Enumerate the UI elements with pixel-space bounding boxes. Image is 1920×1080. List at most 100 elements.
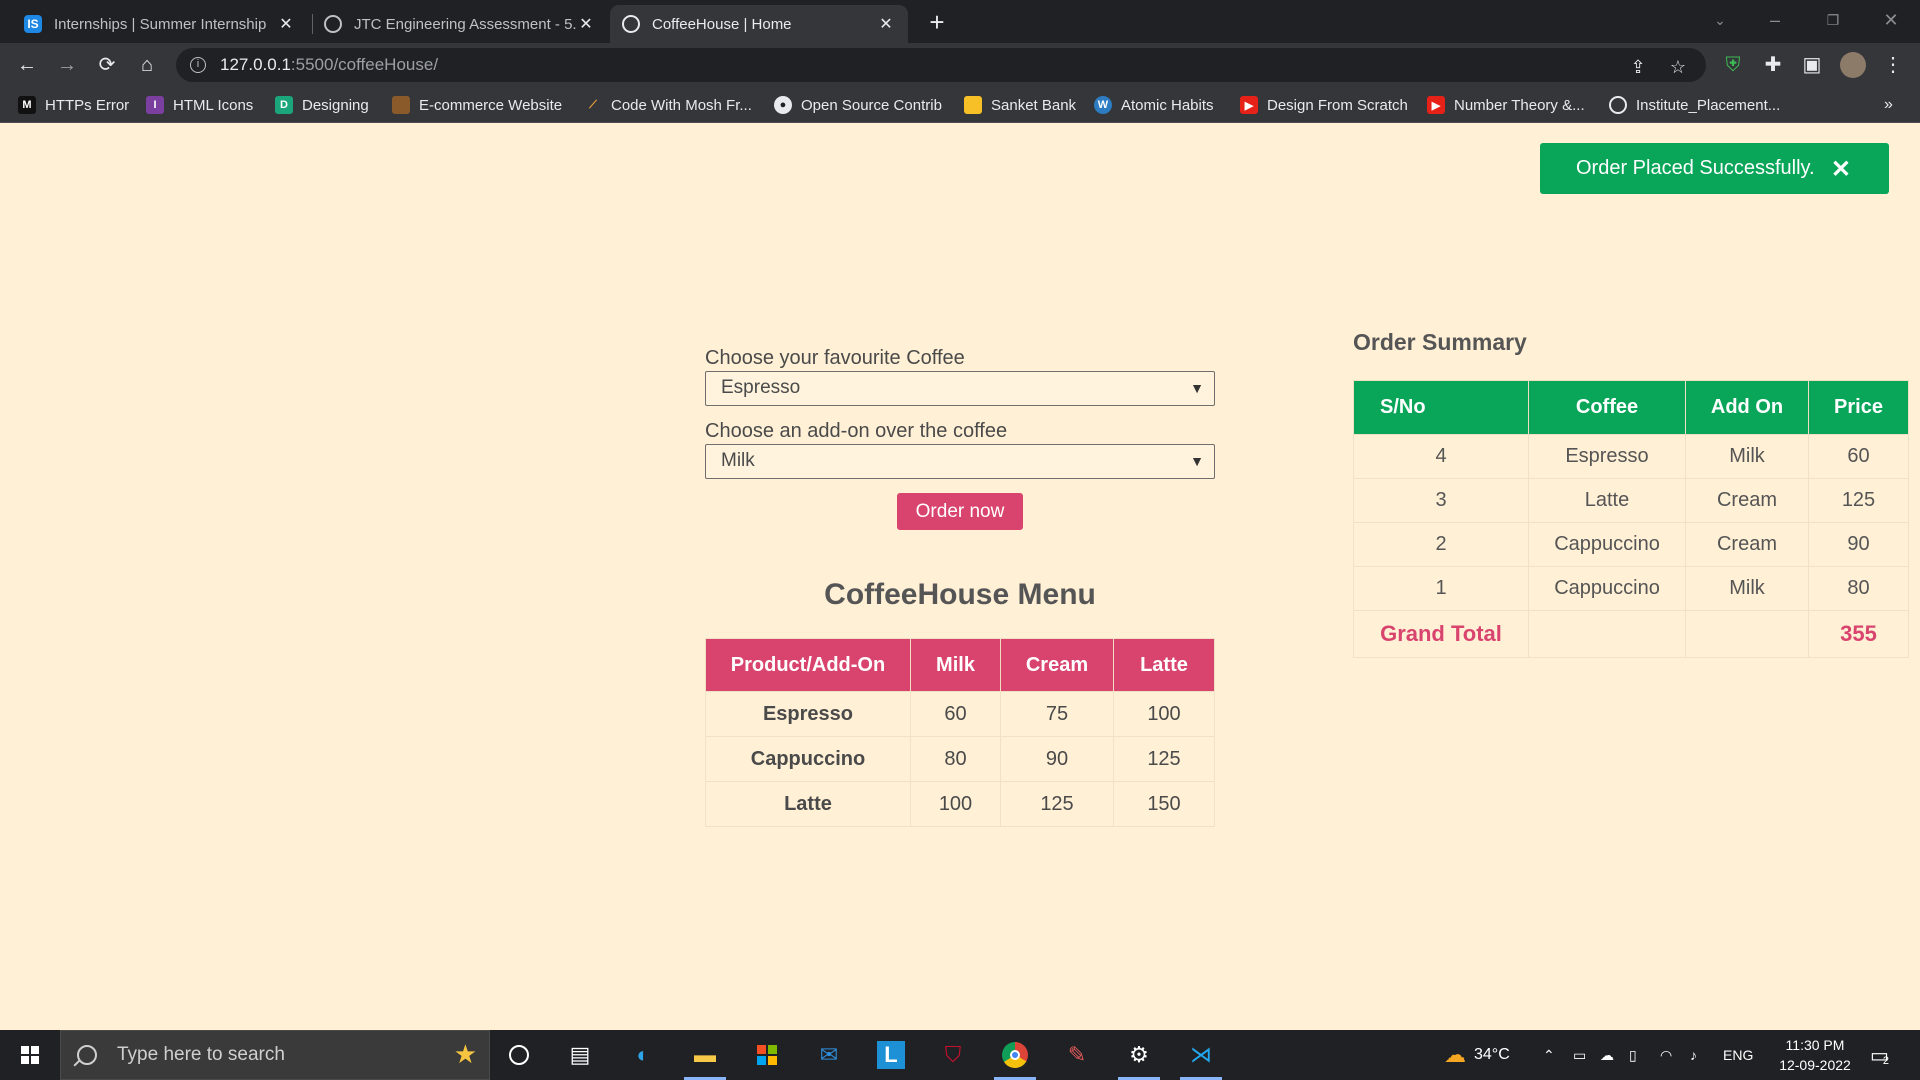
more-menu-icon[interactable]: ⋮ <box>1878 50 1908 80</box>
addon-select[interactable]: Milk ▼ <box>705 444 1215 479</box>
restore-icon[interactable]: ❐ <box>1810 0 1856 40</box>
temperature: 34°C <box>1474 1046 1510 1063</box>
weather-widget[interactable]: ☁ 34°C <box>1444 1030 1510 1080</box>
file-explorer-icon[interactable]: ▬ <box>684 1039 726 1080</box>
forward-arrow-icon[interactable]: → <box>52 50 82 80</box>
internshala-favicon-icon: IS <box>24 15 42 33</box>
menu-product-cell: Cappuccino <box>705 736 911 782</box>
notification-count: 2 <box>1882 1055 1890 1067</box>
bookmark-item[interactable]: ▶ Number Theory &... <box>1427 95 1585 115</box>
summary-sno-cell: 3 <box>1353 478 1529 523</box>
menu-price-cell: 100 <box>1113 691 1215 737</box>
wifi-icon[interactable]: ◠ <box>1660 1030 1672 1080</box>
onedrive-icon[interactable]: ☁ <box>1600 1030 1614 1080</box>
battery-icon[interactable]: ▯ <box>1629 1030 1637 1080</box>
address-bar[interactable]: i 127.0.0.1:5500/coffeeHouse/ ⇪ ☆ <box>176 48 1706 82</box>
close-tab-icon[interactable]: ✕ <box>876 14 896 34</box>
summary-header-cell: Coffee <box>1528 380 1686 435</box>
l-app-icon[interactable]: L <box>874 1039 908 1071</box>
bookmark-item[interactable]: E-commerce Website <box>392 95 562 115</box>
order-now-button[interactable]: Order now <box>897 493 1023 530</box>
table-row: 1 Cappuccino Milk 80 <box>1353 566 1909 611</box>
clock[interactable]: 11:30 PM 12-09-2022 <box>1760 1035 1870 1075</box>
bookmark-item[interactable]: Institute_Placement... <box>1609 95 1780 115</box>
bookmark-item[interactable]: I HTML Icons <box>146 95 253 115</box>
youtube-icon: ▶ <box>1427 96 1445 114</box>
summary-coffee-cell: Espresso <box>1528 434 1686 479</box>
summary-addon-cell: Milk <box>1685 566 1809 611</box>
menu-price-cell: 90 <box>1000 736 1114 782</box>
close-tab-icon[interactable]: ✕ <box>576 14 596 34</box>
close-icon[interactable]: ✕ <box>1831 155 1851 184</box>
minimize-icon[interactable]: – <box>1752 0 1798 40</box>
wordpress-icon: W <box>1094 96 1112 114</box>
volume-icon[interactable]: ♪ <box>1690 1030 1697 1080</box>
close-window-icon[interactable]: ✕ <box>1868 0 1914 40</box>
clock-time: 11:30 PM <box>1785 1037 1845 1053</box>
table-row: Latte 100 125 150 <box>705 781 1215 827</box>
menu-header-cell: Latte <box>1113 638 1215 692</box>
new-tab-button[interactable]: + <box>922 5 952 39</box>
taskbar-search-input[interactable]: Type here to search ★ <box>60 1030 490 1080</box>
grand-total-row: Grand Total 355 <box>1353 610 1909 658</box>
bookmark-item[interactable]: ● Open Source Contrib <box>774 95 942 115</box>
more-bookmarks-icon[interactable]: » <box>1884 95 1893 115</box>
task-view-icon[interactable]: ▤ <box>563 1039 597 1071</box>
chrome-icon[interactable] <box>994 1039 1036 1080</box>
summary-sno-cell: 2 <box>1353 522 1529 567</box>
edge-icon[interactable]: ◐ <box>626 1039 660 1071</box>
shield-extension-icon[interactable]: ⛨ <box>1718 50 1748 80</box>
empty-cell <box>1528 610 1686 658</box>
summary-coffee-cell: Cappuccino <box>1528 522 1686 567</box>
avatar[interactable] <box>1838 50 1868 80</box>
bookmark-item[interactable]: ▶ Design From Scratch <box>1240 95 1408 115</box>
bookmark-item[interactable]: M HTTPs Error <box>18 95 129 115</box>
paint-icon[interactable]: ✎ <box>1060 1039 1094 1071</box>
mcafee-icon[interactable]: ⛉ <box>936 1039 970 1071</box>
summary-header-cell: Add On <box>1685 380 1809 435</box>
back-arrow-icon[interactable]: ← <box>12 50 42 80</box>
share-icon[interactable]: ⇪ <box>1626 55 1650 79</box>
bookmark-item[interactable]: ⟋ Code With Mosh Fr... <box>584 95 752 115</box>
cortana-icon[interactable] <box>502 1039 536 1071</box>
show-hidden-icons-chevron-icon[interactable]: ⌃ <box>1543 1030 1555 1080</box>
bookmark-item[interactable]: W Atomic Habits <box>1094 95 1214 115</box>
table-row: 4 Espresso Milk 60 <box>1353 434 1909 479</box>
html-icons-icon: I <box>146 96 164 114</box>
menu-header-row: Product/Add-On Milk Cream Latte <box>705 638 1215 692</box>
search-highlight-icon: ★ <box>453 1039 477 1069</box>
meet-now-icon[interactable]: ▭ <box>1573 1030 1586 1080</box>
summary-addon-cell: Milk <box>1685 434 1809 479</box>
search-placeholder: Type here to search <box>117 1044 285 1065</box>
notification-center-icon[interactable]: ▭ 2 <box>1870 1030 1889 1080</box>
microsoft-store-icon[interactable] <box>750 1039 784 1071</box>
tab-internships[interactable]: IS Internships | Summer Internship ✕ <box>12 5 308 43</box>
mail-icon[interactable]: ✉ <box>812 1039 846 1071</box>
close-tab-icon[interactable]: ✕ <box>276 14 296 34</box>
summary-sno-cell: 4 <box>1353 434 1529 479</box>
menu-header-cell: Cream <box>1000 638 1114 692</box>
reload-icon[interactable]: ⟳ <box>92 50 122 80</box>
bookmark-item[interactable]: D Designing <box>275 95 369 115</box>
vscode-icon[interactable]: ⋊ <box>1180 1039 1222 1080</box>
github-icon: ● <box>774 96 792 114</box>
designing-icon: D <box>275 96 293 114</box>
windows-start-icon[interactable] <box>0 1030 60 1080</box>
tab-title: CoffeeHouse | Home <box>652 15 792 33</box>
coffee-select[interactable]: Espresso ▼ <box>705 371 1215 406</box>
bookmark-item[interactable]: Sanket Bank <box>964 95 1076 115</box>
tab-search-chevron-icon[interactable]: ⌄ <box>1697 0 1743 40</box>
language-indicator[interactable]: ENG <box>1723 1030 1753 1080</box>
extensions-puzzle-icon[interactable]: ✚ <box>1758 50 1788 80</box>
side-panel-icon[interactable]: ▣ <box>1797 50 1827 80</box>
settings-gear-icon[interactable]: ⚙ <box>1118 1039 1160 1080</box>
url-host: 127.0.0.1 <box>220 55 291 74</box>
info-icon[interactable]: i <box>190 57 206 73</box>
tab-jtc-assessment[interactable]: JTC Engineering Assessment - 5.p ✕ <box>312 5 608 43</box>
menu-title: CoffeeHouse Menu <box>824 578 1096 611</box>
tab-coffeehouse[interactable]: CoffeeHouse | Home ✕ <box>610 5 908 43</box>
home-icon[interactable]: ⌂ <box>132 50 162 80</box>
menu-price-cell: 150 <box>1113 781 1215 827</box>
bookmark-star-icon[interactable]: ☆ <box>1666 55 1690 79</box>
folder-icon <box>964 96 982 114</box>
